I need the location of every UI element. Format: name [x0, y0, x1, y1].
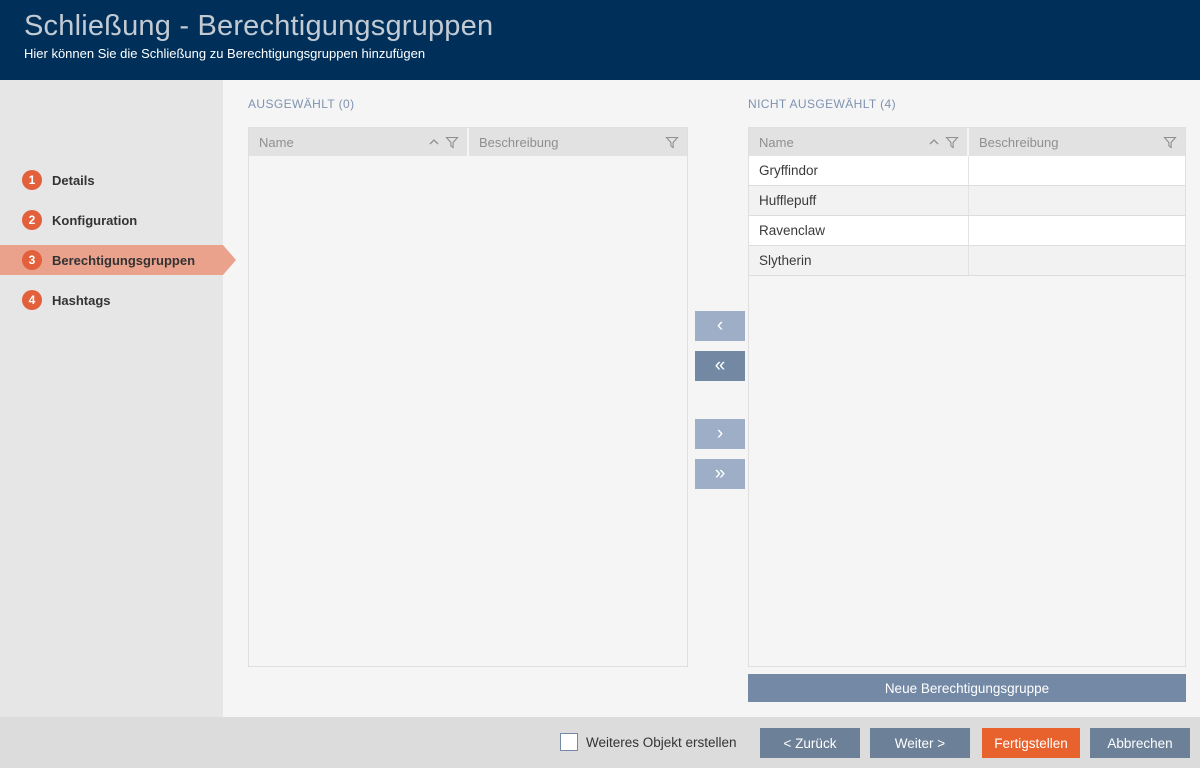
step-label: Berechtigungsgruppen	[52, 252, 196, 268]
cell-beschreibung	[969, 156, 1185, 185]
step-konfiguration[interactable]: 2 Konfiguration	[0, 205, 223, 235]
step-label: Details	[52, 172, 95, 188]
column-header-beschreibung[interactable]: Beschreibung	[469, 128, 687, 156]
column-header-name[interactable]: Name	[249, 128, 469, 156]
step-number-badge: 4	[22, 290, 42, 310]
cell-name: Hufflepuff	[749, 186, 969, 215]
move-selected-left-button[interactable]: ‹	[695, 311, 745, 341]
cell-name: Ravenclaw	[749, 216, 969, 245]
step-number-badge: 1	[22, 170, 42, 190]
column-header-label: Name	[759, 134, 794, 150]
cancel-button[interactable]: Abbrechen	[1090, 728, 1190, 758]
unselected-table-body: Gryffindor Hufflepuff Ravenclaw Slytheri…	[749, 156, 1185, 276]
new-permission-group-button[interactable]: Neue Berechtigungsgruppe	[748, 674, 1186, 702]
column-header-label: Beschreibung	[979, 134, 1059, 150]
page-subtitle: Hier können Sie die Schließung zu Berech…	[24, 46, 426, 61]
column-header-label: Beschreibung	[479, 134, 559, 150]
column-header-label: Name	[259, 134, 294, 150]
create-another-object-label: Weiteres Objekt erstellen	[586, 735, 737, 750]
wizard-window: Schließung - Berechtigungsgruppen Hier k…	[0, 0, 1200, 768]
move-all-right-button[interactable]: »	[695, 459, 745, 489]
step-number-badge: 3	[22, 250, 42, 270]
column-header-beschreibung[interactable]: Beschreibung	[969, 128, 1185, 156]
filter-funnel-icon[interactable]	[445, 136, 459, 149]
filter-funnel-icon[interactable]	[945, 136, 959, 149]
step-hashtags[interactable]: 4 Hashtags	[0, 285, 223, 315]
cell-beschreibung	[969, 216, 1185, 245]
table-row-hufflepuff[interactable]: Hufflepuff	[749, 186, 1185, 216]
header-bar: Schließung - Berechtigungsgruppen Hier k…	[0, 0, 1200, 80]
step-number-badge: 2	[22, 210, 42, 230]
unselected-table: Name Beschreibung Gryffindor Hufflepuff …	[748, 127, 1186, 667]
unselected-panel-title: NICHT AUSGEWÄHLT (4)	[748, 97, 897, 111]
next-button[interactable]: Weiter >	[870, 728, 970, 758]
selected-panel-title: AUSGEWÄHLT (0)	[248, 97, 355, 111]
selected-table: Name Beschreibung	[248, 127, 688, 667]
finish-button[interactable]: Fertigstellen	[982, 728, 1080, 758]
column-header-name[interactable]: Name	[749, 128, 969, 156]
cell-beschreibung	[969, 246, 1185, 275]
step-details[interactable]: 1 Details	[0, 165, 223, 195]
sort-ascending-icon	[929, 139, 939, 145]
move-selected-right-button[interactable]: ›	[695, 419, 745, 449]
active-step-arrow	[223, 245, 236, 275]
filter-funnel-icon[interactable]	[665, 136, 679, 149]
step-label: Hashtags	[52, 292, 111, 308]
page-title: Schließung - Berechtigungsgruppen	[24, 10, 494, 42]
back-button[interactable]: < Zurück	[760, 728, 860, 758]
table-row-ravenclaw[interactable]: Ravenclaw	[749, 216, 1185, 246]
unselected-table-header: Name Beschreibung	[749, 128, 1185, 156]
selected-table-header: Name Beschreibung	[249, 128, 687, 156]
step-berechtigungsgruppen[interactable]: 3 Berechtigungsgruppen	[0, 245, 236, 275]
create-another-object-checkbox[interactable]	[560, 733, 578, 751]
cell-beschreibung	[969, 186, 1185, 215]
footer-bar: Weiteres Objekt erstellen < Zurück Weite…	[0, 717, 1200, 768]
cell-name: Slytherin	[749, 246, 969, 275]
cell-name: Gryffindor	[749, 156, 969, 185]
table-row-gryffindor[interactable]: Gryffindor	[749, 156, 1185, 186]
table-row-slytherin[interactable]: Slytherin	[749, 246, 1185, 276]
filter-funnel-icon[interactable]	[1163, 136, 1177, 149]
sort-ascending-icon	[429, 139, 439, 145]
wizard-steps-sidebar: 1 Details 2 Konfiguration 3 Berechtigung…	[0, 80, 236, 717]
move-all-left-button[interactable]: «	[695, 351, 745, 381]
step-label: Konfiguration	[52, 212, 138, 228]
